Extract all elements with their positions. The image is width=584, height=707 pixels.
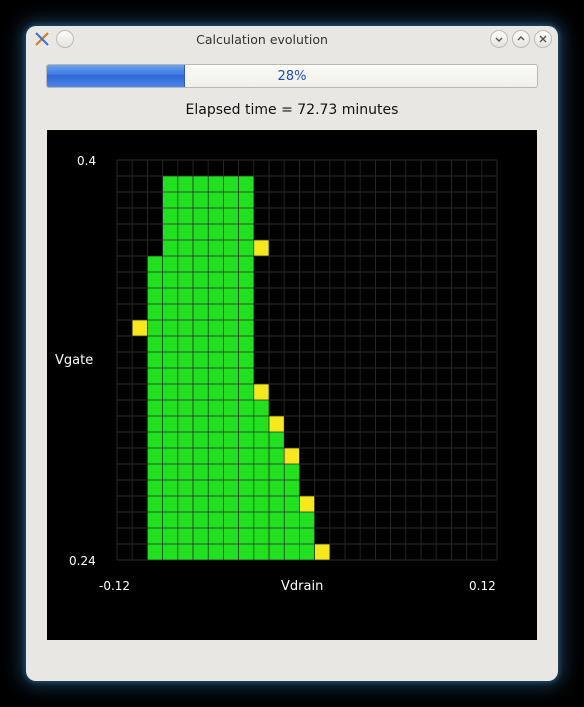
svg-text:0.12: 0.12 <box>469 579 496 593</box>
close-button[interactable] <box>534 30 552 48</box>
window-content: 28% Elapsed time = 72.73 minutes 0.4 0.24… <box>26 52 558 660</box>
svg-text:-0.12: -0.12 <box>99 579 130 593</box>
svg-text:Vgate: Vgate <box>55 353 93 368</box>
progress-bar: 28% <box>46 64 538 88</box>
svg-text:0.4: 0.4 <box>77 154 96 168</box>
heatmap-svg: 0.4 0.24-0.12 0.12 Vgate Vdrain <box>47 130 537 640</box>
elapsed-time-label: Elapsed time = 72.73 minutes <box>46 102 538 118</box>
titlebar: Calculation evolution <box>26 26 558 52</box>
heatmap-plot: 0.4 0.24-0.12 0.12 Vgate Vdrain <box>47 130 537 640</box>
app-window: Calculation evolution 28% Elapsed time =… <box>26 26 558 681</box>
maximize-button[interactable] <box>512 30 530 48</box>
svg-text:Vdrain: Vdrain <box>281 579 323 594</box>
minimize-button[interactable] <box>490 30 508 48</box>
svg-text:0.24: 0.24 <box>69 554 96 568</box>
window-title: Calculation evolution <box>34 32 490 47</box>
progress-label: 28% <box>47 65 537 87</box>
window-menu-button[interactable] <box>56 30 74 48</box>
